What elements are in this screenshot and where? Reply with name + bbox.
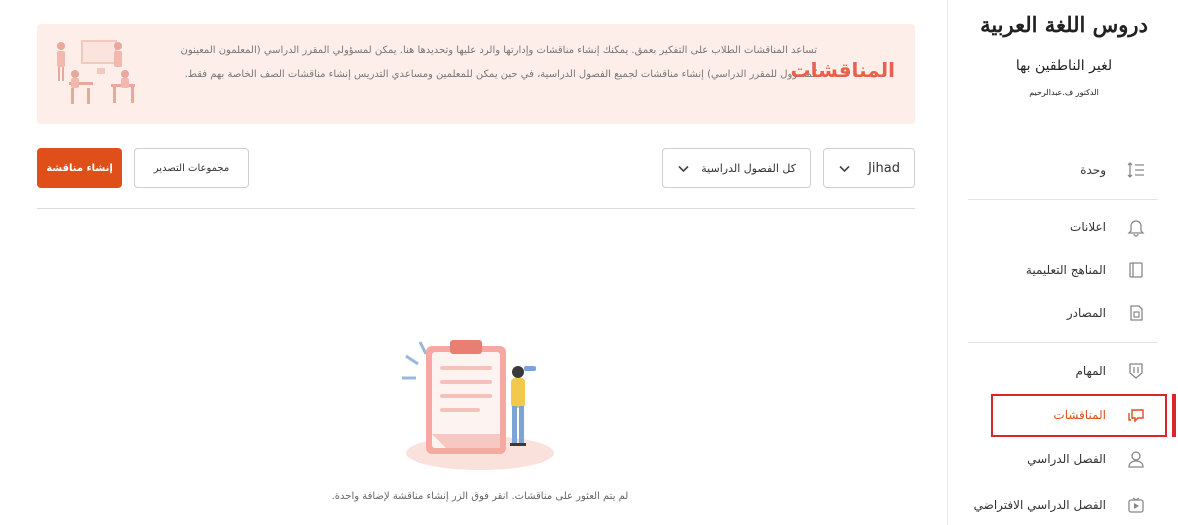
- sidebar-item-label: الفصل الدراسي: [1027, 452, 1106, 466]
- chat-bubbles-icon: [1126, 405, 1146, 425]
- toolbar-divider: [37, 208, 915, 209]
- bell-icon: [1126, 217, 1146, 237]
- chevron-down-icon: [678, 165, 689, 172]
- sidebar-item-label: وحدة: [1080, 163, 1106, 177]
- sidebar-scrollbar-thumb[interactable]: [1172, 394, 1176, 437]
- sidebar-item-resources[interactable]: المصادر: [966, 298, 1146, 328]
- chevron-down-icon: [839, 165, 850, 172]
- logo-subtitle: لغير الناطقين بها: [1015, 58, 1113, 74]
- sidebar-separator: [968, 342, 1158, 343]
- class-filter-select[interactable]: كل الفصول الدراسية: [662, 148, 811, 188]
- sidebar-item-label: المناهج التعليمية: [1025, 263, 1106, 277]
- class-filter-value: كل الفصول الدراسية: [701, 161, 796, 175]
- sidebar-item-label: المصادر: [1066, 306, 1106, 320]
- sidebar-item-classroom[interactable]: الفصل الدراسي: [966, 444, 1146, 474]
- resources-icon: [1126, 303, 1146, 323]
- teacher-filter-value: Jihad: [868, 160, 900, 176]
- main-content: تساعد المناقشات الطلاب على التفكير بعمق.…: [0, 0, 948, 525]
- shield-badge-icon: [1126, 361, 1146, 381]
- sidebar-item-units[interactable]: وحدة: [966, 155, 1146, 185]
- sidebar-item-discussions[interactable]: المناقشات: [966, 400, 1146, 430]
- book-icon: [1126, 260, 1146, 280]
- banner-description: تساعد المناقشات الطلاب على التفكير بعمق.…: [180, 45, 817, 80]
- logo-title: دروس اللغة العربية: [980, 12, 1148, 37]
- sidebar-item-label: اعلانات: [1070, 220, 1106, 234]
- person-icon: [1126, 449, 1146, 469]
- sidebar: دروس اللغة العربية لغير الناطقين بها الد…: [949, 0, 1178, 525]
- info-banner: تساعد المناقشات الطلاب على التفكير بعمق.…: [37, 24, 915, 124]
- sidebar-item-label: المناقشات: [1053, 408, 1106, 422]
- sidebar-item-announcements[interactable]: اعلانات: [966, 212, 1146, 242]
- teacher-filter-select[interactable]: Jihad: [823, 148, 915, 188]
- sidebar-item-label: المهام: [1075, 364, 1106, 378]
- course-logo: دروس اللغة العربية لغير الناطقين بها الد…: [979, 8, 1149, 126]
- sidebar-item-label: الفصل الدراسي الافتراضي: [973, 498, 1106, 512]
- empty-state-message: لم يتم العثور على مناقشات. انقر فوق الزر…: [331, 491, 629, 502]
- classroom-illustration: [57, 40, 135, 104]
- video-play-icon: [1126, 495, 1146, 515]
- sidebar-item-curriculum[interactable]: المناهج التعليمية: [966, 255, 1146, 285]
- outline-list-icon: [1126, 160, 1146, 180]
- sidebar-separator: [968, 199, 1158, 200]
- logo-author: الدكتور ف.عبدالرحيم: [1029, 88, 1099, 97]
- page-title: المناقشات: [790, 58, 895, 82]
- export-groups-button[interactable]: مجموعات التصدير: [134, 148, 249, 188]
- sidebar-item-assignments[interactable]: المهام: [966, 356, 1146, 386]
- sidebar-item-virtual-classroom[interactable]: الفصل الدراسي الافتراضي: [966, 490, 1146, 520]
- empty-clipboard-illustration: [402, 340, 554, 470]
- create-discussion-button[interactable]: إنشاء مناقشة: [37, 148, 122, 188]
